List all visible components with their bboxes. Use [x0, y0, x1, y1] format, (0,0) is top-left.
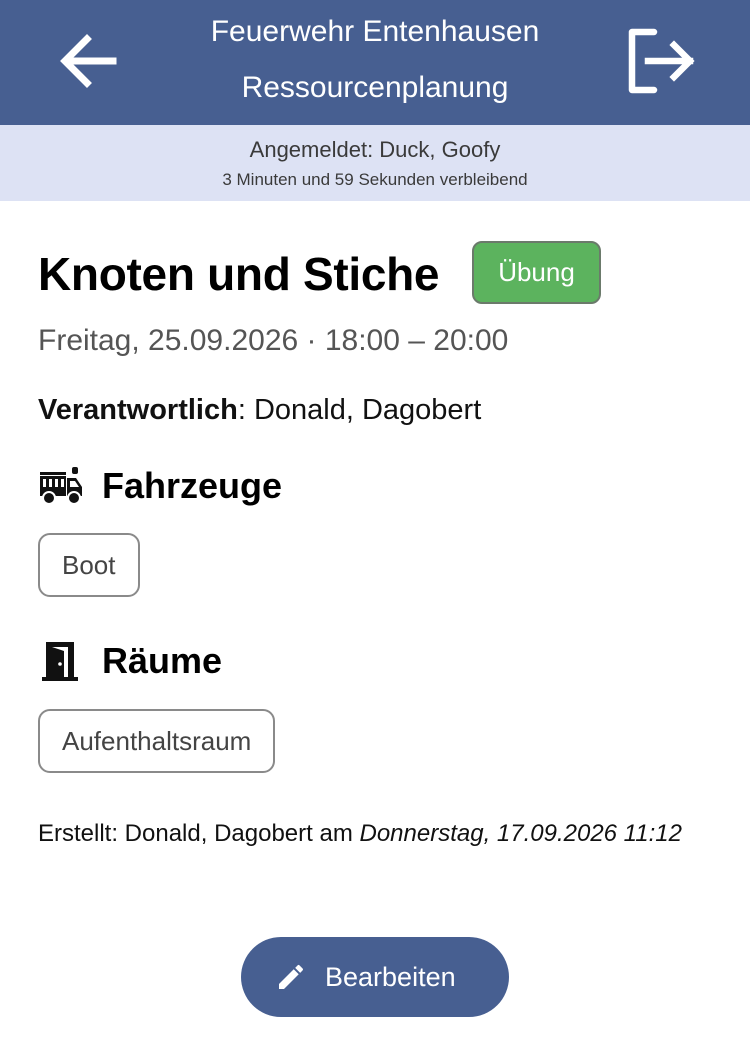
arrow-left-icon — [60, 34, 117, 88]
room-chip[interactable]: Aufenthaltsraum — [38, 709, 276, 773]
logged-in-user: Angemeldet: Duck, Goofy — [249, 137, 501, 162]
app-title: Feuerwehr Entenhausen — [210, 15, 540, 48]
responsible-value: : Donald, Dagobert — [237, 394, 482, 426]
event-datetime: Freitag, 25.09.2026 · 18:00 – 20:00 — [38, 324, 509, 357]
rooms-heading: Räume — [102, 640, 223, 681]
fire-truck-icon — [40, 467, 82, 505]
door-icon — [42, 642, 78, 681]
edit-button-label: Bearbeiten — [325, 962, 456, 992]
event-type-badge: Übung — [472, 241, 601, 304]
created-timestamp: Donnerstag, 17.09.2026 11:12 — [359, 820, 682, 847]
logout-icon — [628, 28, 695, 94]
app-subtitle: Ressourcenplanung — [241, 71, 509, 104]
logout-button[interactable] — [622, 26, 698, 96]
pencil-icon — [279, 964, 304, 989]
vehicle-chip[interactable]: Boot — [38, 533, 140, 597]
back-button[interactable] — [55, 28, 121, 94]
created-by: Erstellt: Donald, Dagobert am — [38, 820, 360, 847]
vehicles-heading: Fahrzeuge — [102, 465, 283, 506]
responsible-label: Verantwortlich — [38, 394, 238, 426]
app-header: Feuerwehr Entenhausen Ressourcenplanung — [0, 0, 750, 125]
created-info: Erstellt: Donald, Dagobert am Donnerstag… — [38, 815, 718, 853]
edit-button[interactable]: Bearbeiten — [241, 937, 509, 1017]
session-bar: Angemeldet: Duck, Goofy 3 Minuten und 59… — [0, 125, 750, 201]
responsible-line: Verantwortlich: Donald, Dagobert — [38, 392, 481, 428]
session-remaining-time: 3 Minuten und 59 Sekunden verbleibend — [222, 170, 528, 189]
event-title: Knoten und Stiche — [38, 248, 440, 300]
